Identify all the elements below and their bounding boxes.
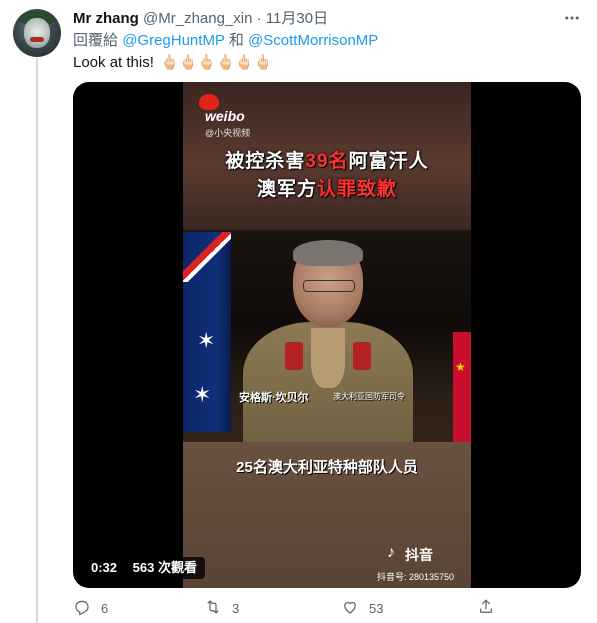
tiktok-watermark: ♪ 抖音 <box>387 544 433 565</box>
speaker-hair <box>293 240 363 266</box>
flag-star-icon: ★ <box>455 360 466 374</box>
reply-context: 回覆給 @GregHuntMP 和 @ScottMorrisonMP <box>73 31 378 51</box>
video-duration-badge: 0:32 563 次觀看 <box>83 557 205 579</box>
weibo-watermark: weibo <box>205 108 245 124</box>
headline1-pre: 被控杀害 <box>225 151 306 172</box>
retweet-icon <box>204 598 222 619</box>
like-button[interactable]: 53 <box>341 598 383 619</box>
tiktok-id: 抖音号: 280135750 <box>377 572 455 582</box>
flag-star-icon: ✶ <box>197 328 216 353</box>
tweet-actions: 6 3 53 <box>73 598 513 620</box>
video-subtitle: 25名澳大利亚特种部队人员 <box>236 459 418 476</box>
chinese-flag: ★ <box>453 332 471 442</box>
headline2-pre: 澳军方 <box>256 179 317 200</box>
tweet-header: Mr zhang @Mr_zhang_xin · 11月30日 <box>73 9 328 29</box>
speaker-name-caption: 安格斯·坎贝尔 <box>239 392 309 404</box>
separator-dot: · <box>256 10 262 27</box>
heart-icon <box>341 598 359 619</box>
avatar-mouth <box>30 37 44 42</box>
avatar[interactable] <box>13 9 61 57</box>
reply-icon <box>73 598 91 619</box>
australian-flag: ✶ ✶ <box>183 232 231 432</box>
tiktok-icon: ♪ <box>387 544 395 561</box>
mention-greghuntmp[interactable]: @GregHuntMP <box>122 32 225 49</box>
speaker-collar <box>311 328 345 388</box>
flag-star-icon: ✶ <box>193 382 212 407</box>
author-handle[interactable]: @Mr_zhang_xin <box>143 10 252 27</box>
middle-finger-emoji-row: 🖕🏻🖕🏻🖕🏻🖕🏻🖕🏻🖕🏻 <box>160 54 273 71</box>
like-count: 53 <box>369 601 384 616</box>
speaker-glasses <box>303 280 355 292</box>
mention-scottmorrisonmp[interactable]: @ScottMorrisonMP <box>248 32 378 49</box>
headline1-post: 阿富汗人 <box>348 151 429 172</box>
collar-patch <box>353 342 371 370</box>
speaker-figure <box>243 240 413 452</box>
tiktok-label: 抖音 <box>405 547 433 563</box>
reply-conjunction: 和 <box>228 32 244 49</box>
weibo-watermark-sub: @小央视频 <box>205 128 251 138</box>
video-headline-line1: 被控杀害39名阿富汗人 <box>183 146 471 173</box>
tweet-text: Look at this! 🖕🏻🖕🏻🖕🏻🖕🏻🖕🏻🖕🏻 <box>73 53 272 73</box>
share-button[interactable] <box>477 598 495 619</box>
reply-button[interactable]: 6 <box>73 598 108 619</box>
avatar-face <box>24 18 50 48</box>
headline2-red: 认罪致歉 <box>317 179 398 200</box>
share-icon <box>477 598 495 619</box>
retweet-button[interactable]: 3 <box>204 598 239 619</box>
retweet-count: 3 <box>232 601 240 616</box>
headline1-red: 39名 <box>305 151 349 172</box>
thread-connector-line <box>36 58 38 623</box>
video-duration: 0:32 <box>91 560 118 575</box>
video-player[interactable]: weibo @小央视频 被控杀害39名阿富汗人 澳军方认罪致歉 ✶ ✶ ★ 安格… <box>73 82 581 588</box>
video-headline-banner: weibo @小央视频 被控杀害39名阿富汗人 澳军方认罪致歉 <box>183 82 471 230</box>
author-name[interactable]: Mr zhang <box>73 10 139 27</box>
video-frame[interactable]: weibo @小央视频 被控杀害39名阿富汗人 澳军方认罪致歉 ✶ ✶ ★ 安格… <box>183 82 471 588</box>
reply-prefix: 回覆給 <box>73 32 119 49</box>
collar-patch <box>285 342 303 370</box>
tweet-timestamp[interactable]: 11月30日 <box>266 10 328 27</box>
video-headline-line2: 澳军方认罪致歉 <box>183 174 471 201</box>
flag-union-jack <box>183 232 231 282</box>
video-view-count: 563 次觀看 <box>132 560 197 575</box>
tweet-body: Look at this! <box>73 54 154 71</box>
speaker-title-caption: 澳大利亚国防军司令 <box>333 392 405 401</box>
more-icon[interactable] <box>563 9 581 32</box>
reply-count: 6 <box>101 601 109 616</box>
